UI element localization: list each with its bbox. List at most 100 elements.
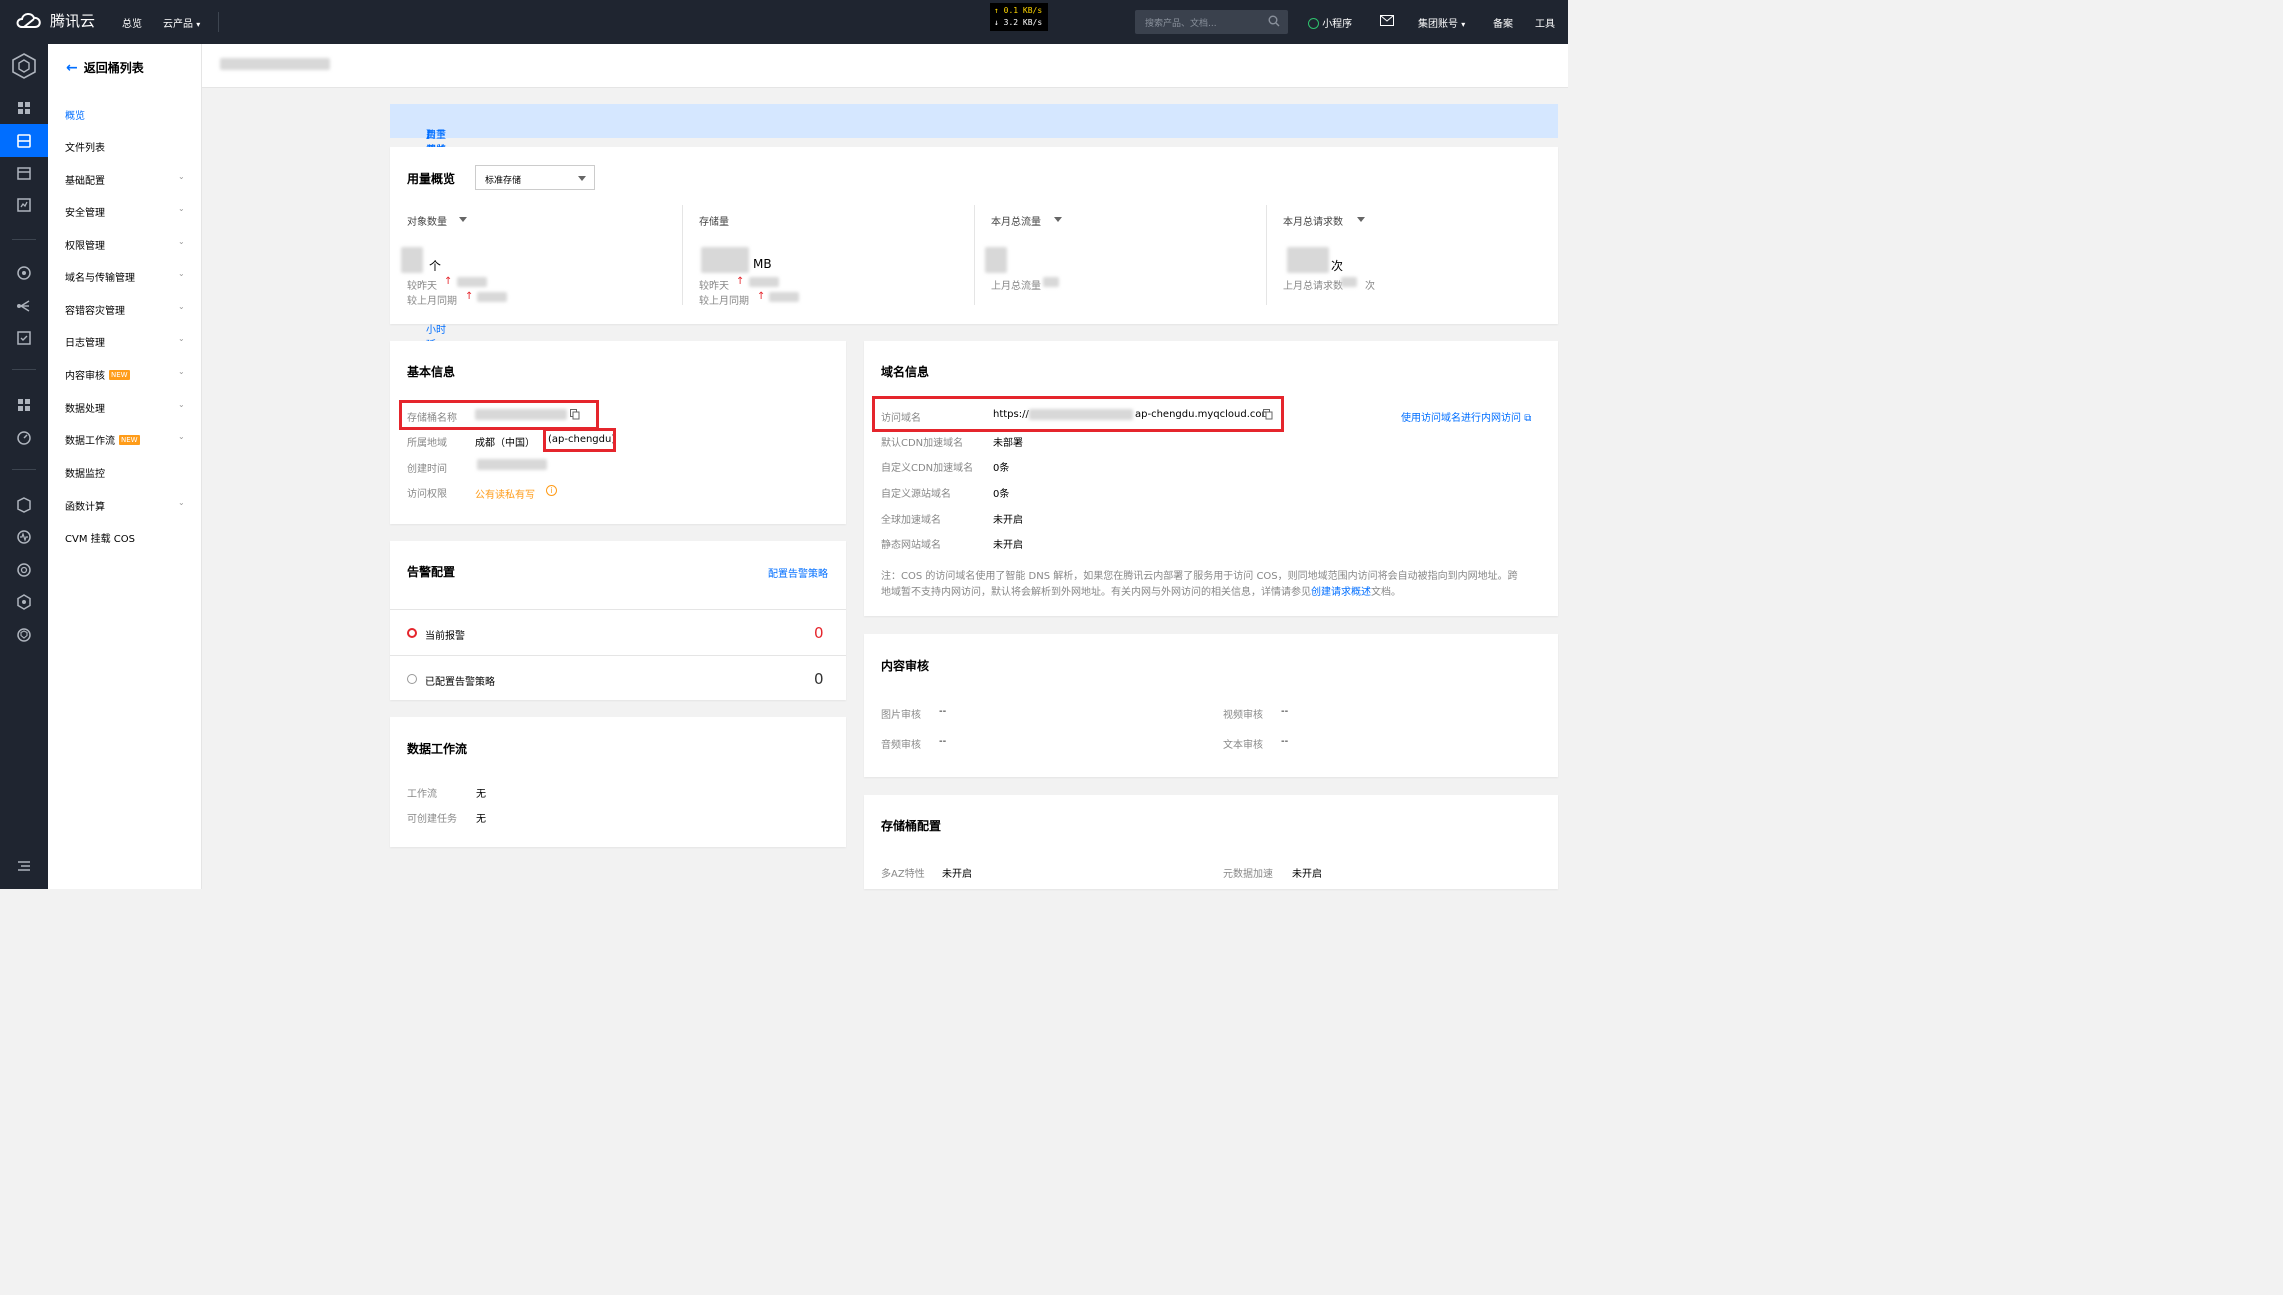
report-icon[interactable]	[15, 196, 33, 214]
search-input[interactable]: 搜索产品、文档...	[1135, 10, 1288, 34]
sidebar-item[interactable]: 函数计算	[65, 498, 185, 513]
chevron-down-icon[interactable]: ⌄	[178, 302, 185, 311]
activity-icon[interactable]	[15, 528, 33, 546]
intranet-access-link[interactable]: 使用访问域名进行内网访问 ⧉	[1401, 409, 1531, 424]
chevron-down-icon[interactable]: ⌄	[178, 367, 185, 376]
sidebar-item[interactable]: CVM 挂载 COS	[65, 530, 185, 545]
globe-icon[interactable]	[15, 264, 33, 282]
divider	[218, 12, 219, 32]
search-placeholder: 搜索产品、文档...	[1145, 19, 1217, 29]
chevron-down-icon: ▾	[196, 20, 201, 29]
video-moderation-value: --	[1281, 706, 1289, 717]
cos-product-icon[interactable]	[10, 52, 38, 80]
chevron-down-icon: ▾	[1461, 20, 1466, 29]
info-icon[interactable]: i	[546, 485, 557, 496]
alert-dot-icon	[407, 628, 417, 638]
sidebar-item[interactable]: 概览	[65, 107, 185, 122]
chevron-down-icon[interactable]: ⌄	[178, 498, 185, 507]
account-menu[interactable]: 集团账号 ▾	[1418, 15, 1465, 30]
workflow-title: 数据工作流	[407, 742, 468, 756]
created-time-label: 创建时间	[407, 464, 447, 475]
metric-value-redacted	[401, 247, 423, 273]
rail-divider	[12, 239, 36, 240]
sidebar-item[interactable]: 内容审核 NEW	[65, 367, 185, 382]
arrow-left-icon: ←	[66, 59, 78, 76]
filing-link[interactable]: 备案	[1493, 15, 1513, 30]
logo-text: 腾讯云	[50, 11, 96, 30]
back-to-bucket-list[interactable]: ← 返回桶列表	[66, 59, 144, 76]
chevron-down-icon[interactable]: ⌄	[178, 432, 185, 441]
config-alarm-link[interactable]: 配置告警策略	[768, 565, 828, 580]
divider	[390, 655, 846, 656]
metric-delta-redacted	[457, 277, 487, 287]
arrow-up-icon: ↑	[444, 276, 453, 287]
cube-icon[interactable]	[15, 496, 33, 514]
sidebar-item[interactable]: 安全管理	[65, 204, 185, 219]
dashboard-icon[interactable]	[15, 99, 33, 117]
domain-info-card: 域名信息 访问域名 https:// ap-chengdu.myqcloud.c…	[864, 341, 1558, 616]
sidebar-item[interactable]: 日志管理	[65, 334, 185, 349]
sidebar-item[interactable]: 域名与传输管理	[65, 269, 185, 284]
sidebar-item[interactable]: 数据处理	[65, 400, 185, 415]
sidebar-item-label: 域名与传输管理	[65, 273, 135, 284]
nav-cloud-products[interactable]: 云产品 ▾	[163, 15, 200, 30]
metadata-accel-label: 元数据加速	[1223, 869, 1273, 880]
storage-type-select[interactable]: 标准存储	[475, 165, 595, 190]
divider	[1266, 205, 1267, 305]
chevron-down-icon[interactable]: ⌄	[178, 334, 185, 343]
chevron-down-icon[interactable]: ⌄	[178, 400, 185, 409]
chevron-down-icon[interactable]	[1054, 217, 1062, 222]
chevron-down-icon[interactable]: ⌄	[178, 237, 185, 246]
metric-compare-2: 较上月同期	[407, 296, 457, 307]
sidebar-item-label: 权限管理	[65, 241, 105, 252]
external-link-icon: ⧉	[1524, 413, 1532, 424]
chevron-down-icon[interactable]	[1357, 217, 1365, 222]
sidebar-item[interactable]: 基础配置	[65, 172, 185, 187]
nav-overview[interactable]: 总览	[122, 15, 142, 30]
target-icon[interactable]	[15, 561, 33, 579]
usage-overview-card: 用量概览 标准存储 对象数量个较昨天 ↑ 较上月同期 ↑ 存储量 MB 较昨天 ↑ 较上月同期 ↑…	[390, 147, 1558, 324]
usage-notice-banner: 用量概览数据不作为计费计量数据，非实时数据（约有2小时延迟）仅供参考。如需计费计…	[390, 104, 1558, 516]
configured-policy-count[interactable]: 0	[814, 670, 824, 688]
sidebar-item-label: 日志管理	[65, 338, 105, 349]
calendar-icon[interactable]	[15, 164, 33, 182]
chevron-down-icon[interactable]: ⌄	[178, 269, 185, 278]
image-moderation-value: --	[939, 706, 947, 717]
sidebar-item[interactable]: 权限管理	[65, 237, 185, 252]
collapse-menu-icon[interactable]	[15, 857, 33, 875]
gauge-icon[interactable]	[15, 429, 33, 447]
mini-program-label: 小程序	[1322, 19, 1353, 30]
task-label: 可创建任务	[407, 814, 457, 825]
arrow-up-icon: ↑	[465, 291, 474, 302]
shield-icon[interactable]	[15, 626, 33, 644]
alarm-config-card: 告警配置 配置告警策略 当前报警 0 已配置告警策略 0	[390, 541, 846, 700]
chevron-down-icon[interactable]	[459, 217, 467, 222]
tools-menu[interactable]: 工具	[1535, 15, 1555, 30]
access-label: 访问权限	[407, 489, 447, 500]
basic-info-title: 基本信息	[407, 365, 456, 379]
tencent-cloud-logo[interactable]: 腾讯云	[14, 9, 95, 31]
sidebar-item[interactable]: 数据监控	[65, 465, 185, 480]
network-icon[interactable]	[15, 297, 33, 315]
mini-program-link[interactable]: 小程序	[1308, 15, 1352, 30]
checklist-icon[interactable]	[15, 329, 33, 347]
mail-icon[interactable]	[1380, 15, 1394, 29]
current-alarm-count[interactable]: 0	[814, 624, 824, 642]
sidebar-item[interactable]: 容错容灾管理	[65, 302, 185, 317]
sidebar-item[interactable]: 数据工作流 NEW	[65, 432, 185, 447]
metric-label: 本月总请求数	[1283, 217, 1343, 228]
hexagon-icon[interactable]	[15, 593, 33, 611]
grid-icon[interactable]	[15, 396, 33, 414]
request-overview-link[interactable]: 创建请求概述	[1311, 587, 1371, 598]
metric-value-redacted	[985, 247, 1007, 273]
bucket-icon[interactable]	[15, 132, 33, 150]
sidebar-item[interactable]: 文件列表	[65, 139, 185, 154]
divider	[390, 609, 846, 610]
data-workflow-card: 数据工作流 工作流 无 可创建任务 无	[390, 717, 846, 847]
search-icon[interactable]	[1268, 15, 1280, 27]
sidebar-item-label: 安全管理	[65, 208, 105, 219]
access-value: 公有读私有写	[475, 490, 535, 501]
chevron-down-icon[interactable]: ⌄	[178, 172, 185, 181]
region-value: 成都（中国）	[475, 438, 535, 449]
chevron-down-icon[interactable]: ⌄	[178, 204, 185, 213]
